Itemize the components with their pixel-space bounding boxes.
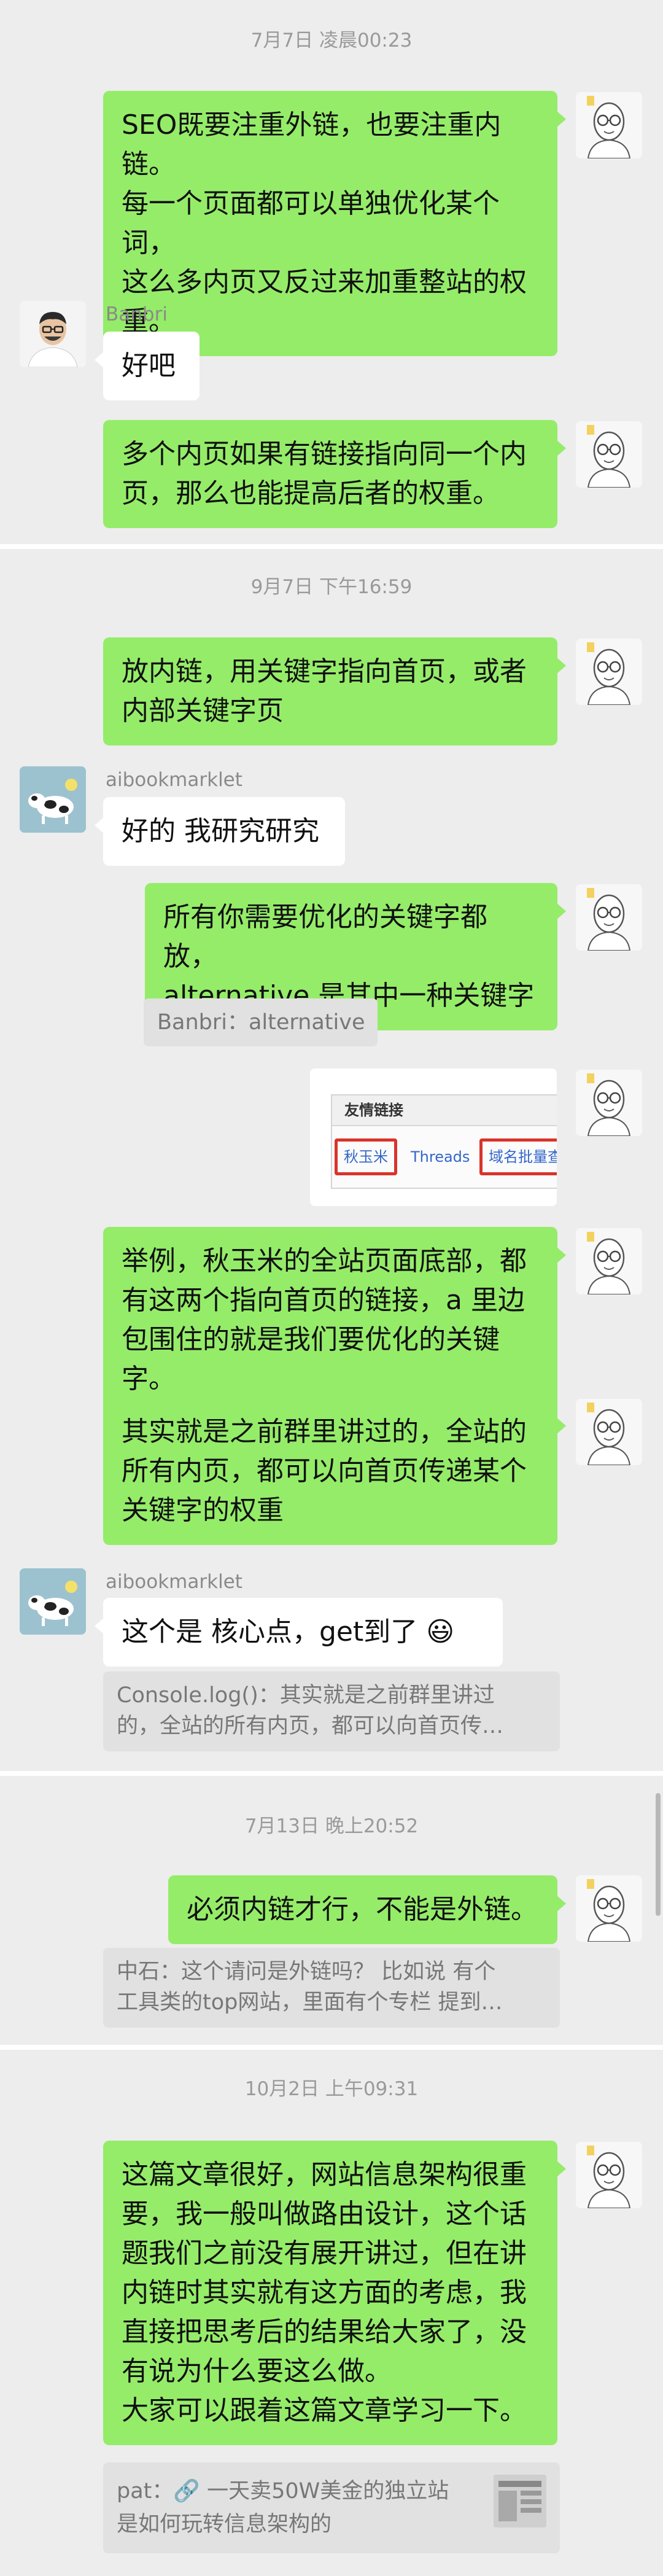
quoted-reply[interactable]: 中石：这个请问是外链吗？ 比如说 有个 工具类的top网站，里面有个专栏 提到… — [103, 1948, 560, 2028]
banbri-avatar[interactable] — [20, 301, 86, 367]
cartoon-man-avatar-icon — [576, 1228, 642, 1294]
my-avatar[interactable] — [576, 421, 642, 488]
quoted-reply[interactable]: Banbri：alternative — [144, 998, 378, 1046]
section-divider — [0, 2045, 663, 2050]
cow-avatar-icon — [20, 1568, 86, 1635]
message-bubble[interactable]: 举例，秋玉米的全站页面底部，都 有这两个指向首页的链接，a 里边 包围住的就是我… — [103, 1227, 566, 1414]
link-threads: Threads — [411, 1148, 470, 1165]
message-bubble[interactable]: 多个内页如果有链接指向同一个内 页，那么也能提高后者的权重。 — [103, 420, 566, 528]
my-avatar[interactable] — [576, 1875, 642, 1942]
message-bubble[interactable]: 这篇文章很好，网站信息架构很重 要，我一般叫做路由设计，这个话 题我们之前没有展… — [103, 2141, 566, 2445]
article-thumbnail-icon — [494, 2475, 546, 2527]
timestamp: 7月7日 凌晨00:23 — [250, 29, 413, 52]
cartoon-man-avatar-icon — [576, 2142, 642, 2208]
cartoon-man-avatar-icon — [576, 1399, 642, 1465]
message-bubble[interactable]: 好的 我研究研究 — [95, 797, 345, 866]
person-with-glasses-avatar-icon — [20, 301, 86, 367]
timestamp: 7月13日 晚上20:52 — [244, 1815, 419, 1837]
aibookmarklet-avatar[interactable] — [20, 766, 86, 833]
image-message[interactable]: 友情链接 秋玉米 Threads 域名批量查 — [310, 1068, 557, 1206]
quoted-link-text: pat：🔗 一天卖50W美金的独立站 是如何玩转信息架构的 — [117, 2479, 449, 2537]
sender-name: aibookmarklet — [106, 769, 242, 791]
my-avatar[interactable] — [576, 639, 642, 705]
panel-header: 友情链接 — [332, 1095, 557, 1126]
quoted-link-reply[interactable]: pat：🔗 一天卖50W美金的独立站 是如何玩转信息架构的 — [103, 2462, 560, 2553]
message-bubble[interactable]: 这个是 核心点，get到了 😃 — [95, 1598, 503, 1667]
section-divider — [0, 544, 663, 549]
quoted-reply[interactable]: Console.log()：其实就是之前群里讲过 的，全站的所有内页，都可以向首… — [103, 1671, 560, 1751]
cartoon-man-avatar-icon — [576, 884, 642, 951]
my-avatar[interactable] — [576, 2142, 642, 2208]
cartoon-man-avatar-icon — [576, 92, 642, 158]
cartoon-man-avatar-icon — [576, 1875, 642, 1942]
aibookmarklet-avatar[interactable] — [20, 1568, 86, 1635]
section-divider — [0, 1771, 663, 1776]
my-avatar[interactable] — [576, 1399, 642, 1465]
cartoon-man-avatar-icon — [576, 1070, 642, 1136]
message-bubble[interactable]: 必须内链才行，不能是外链。 — [168, 1875, 566, 1944]
my-avatar[interactable] — [576, 92, 642, 158]
message-bubble[interactable]: 其实就是之前群里讲过的，全站的 所有内页，都可以向首页传递某个 关键字的权重 — [103, 1398, 566, 1545]
message-bubble[interactable]: 放内链，用关键字指向首页，或者 内部关键字页 — [103, 637, 566, 745]
cow-avatar-icon — [20, 766, 86, 833]
message-bubble[interactable]: 好吧 — [95, 332, 200, 400]
link-domain-lookup: 域名批量查 — [479, 1138, 557, 1175]
timestamp: 9月7日 下午16:59 — [250, 576, 413, 598]
my-avatar[interactable] — [576, 1070, 642, 1136]
timestamp: 10月2日 上午09:31 — [244, 2078, 419, 2100]
my-avatar[interactable] — [576, 884, 642, 951]
my-avatar[interactable] — [576, 1228, 642, 1294]
sender-name: Banbri — [106, 303, 168, 325]
link-qiuyumi: 秋玉米 — [335, 1138, 397, 1175]
friend-links-panel: 友情链接 秋玉米 Threads 域名批量查 — [331, 1094, 557, 1189]
cartoon-man-avatar-icon — [576, 421, 642, 488]
scrollbar[interactable] — [656, 1793, 661, 1916]
article-thumbnail — [494, 2475, 546, 2527]
cartoon-man-avatar-icon — [576, 639, 642, 705]
sender-name: aibookmarklet — [106, 1571, 242, 1593]
message-bubble[interactable]: SEO既要注重外链，也要注重内链。 每一个页面都可以单独优化某个词， 这么多内页… — [103, 91, 566, 356]
